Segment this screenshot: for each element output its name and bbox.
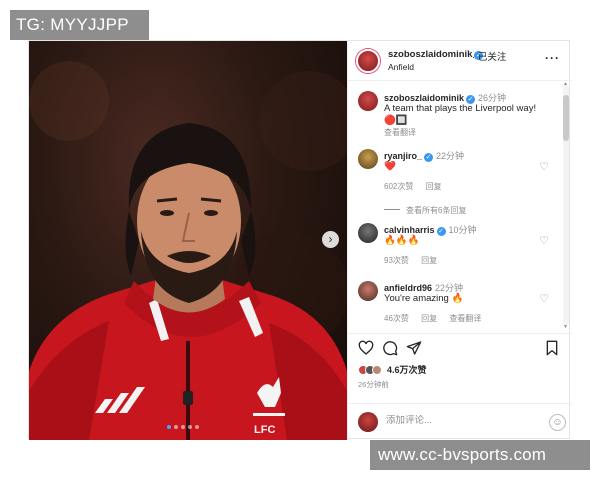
carousel-dot bbox=[181, 425, 185, 429]
scroll-up-icon[interactable]: ▲ bbox=[563, 81, 568, 87]
comment-like-icon[interactable]: ♡ bbox=[538, 235, 550, 247]
bookmark-icon[interactable] bbox=[544, 340, 560, 356]
comment-username[interactable]: ryanjiro_ bbox=[384, 151, 422, 161]
carousel-dot bbox=[188, 425, 192, 429]
comment-meta: 93次赞 回复 bbox=[384, 255, 447, 266]
comment-text: 🔥🔥🔥 bbox=[384, 235, 420, 246]
carousel-dot bbox=[174, 425, 178, 429]
instagram-post: LFC › szoboszlaidominik ✓ · 已关注 Anfield ·… bbox=[28, 40, 572, 440]
likes-count[interactable]: 4.6万次赞 bbox=[387, 363, 427, 376]
carousel-dot bbox=[167, 425, 171, 429]
scrollbar-thumb[interactable] bbox=[563, 95, 569, 141]
more-options-icon[interactable]: ··· bbox=[545, 51, 560, 65]
post-timestamp: 26分钟前 bbox=[358, 380, 389, 389]
comment-input[interactable] bbox=[386, 415, 526, 426]
comment-avatar[interactable] bbox=[358, 223, 378, 243]
follow-status-text[interactable]: 已关注 bbox=[478, 52, 507, 63]
caption-text: A team that plays the Liverpool way! 🔴🔲 bbox=[384, 103, 537, 126]
post-sidebar: szoboszlaidominik ✓ · 已关注 Anfield ··· szo… bbox=[347, 41, 572, 440]
author-username-text[interactable]: szoboszlaidominik bbox=[388, 49, 472, 60]
comment-text: ❤️ bbox=[384, 161, 396, 172]
svg-text:LFC: LFC bbox=[254, 424, 275, 436]
follow-status[interactable]: · 已关注 bbox=[472, 49, 506, 63]
comment-likes[interactable]: 93次赞 bbox=[384, 256, 409, 265]
caption-avatar[interactable] bbox=[358, 91, 378, 111]
send-icon[interactable] bbox=[406, 340, 422, 356]
comment-like-icon[interactable]: ♡ bbox=[538, 293, 550, 305]
player-photo-illustration: LFC bbox=[29, 61, 347, 440]
liker-avatar bbox=[372, 364, 382, 375]
translate-link[interactable]: 查看翻译 bbox=[384, 128, 416, 137]
carousel-dots bbox=[167, 425, 199, 429]
reply-link[interactable]: 回复 bbox=[426, 182, 442, 191]
post-header: szoboszlaidominik ✓ · 已关注 Anfield ··· bbox=[348, 41, 572, 81]
post-location[interactable]: Anfield bbox=[388, 62, 414, 72]
caption-meta: 查看翻译 bbox=[384, 127, 426, 138]
watermark-top: TG: MYYJJPP bbox=[10, 10, 149, 40]
add-comment-bar: ☺ bbox=[348, 403, 572, 440]
translate-link[interactable]: 查看翻译 bbox=[449, 314, 481, 323]
carousel-dot bbox=[195, 425, 199, 429]
comment-avatar[interactable] bbox=[358, 149, 378, 169]
comments-scrollbar[interactable] bbox=[563, 85, 569, 325]
comment-time: 10分钟 bbox=[448, 225, 477, 235]
comment-avatar[interactable] bbox=[358, 281, 378, 301]
author-username[interactable]: szoboszlaidominik ✓ bbox=[388, 49, 484, 60]
post-photo[interactable]: LFC › bbox=[29, 41, 347, 440]
post-actions bbox=[348, 333, 572, 361]
comment-likes[interactable]: 46次赞 bbox=[384, 314, 409, 323]
scroll-down-icon[interactable]: ▼ bbox=[563, 324, 568, 330]
likes-summary[interactable]: 4.6万次赞 bbox=[358, 363, 427, 376]
comment-username[interactable]: calvinharris bbox=[384, 225, 435, 235]
caption-time: 26分钟 bbox=[478, 93, 507, 103]
comments-list[interactable]: szoboszlaidominik ✓ 26分钟 A team that plays… bbox=[348, 81, 572, 331]
comment-username[interactable]: anfieldrd96 bbox=[384, 283, 432, 293]
comment-meta: 46次赞 回复 查看翻译 bbox=[384, 313, 491, 324]
view-replies-link[interactable]: 查看所有6条回复 bbox=[384, 205, 466, 216]
emoji-icon[interactable]: ☺ bbox=[549, 414, 566, 431]
watermark-bottom: www.cc-bvsports.com bbox=[370, 440, 590, 470]
comment-icon[interactable] bbox=[382, 340, 398, 356]
comment-like-icon[interactable]: ♡ bbox=[538, 161, 550, 173]
reply-link[interactable]: 回复 bbox=[421, 314, 437, 323]
comment-meta: 602次赞 回复 bbox=[384, 181, 452, 192]
comment-text: You're amazing 🔥 bbox=[384, 293, 464, 304]
next-image-button[interactable]: › bbox=[322, 231, 339, 248]
my-avatar bbox=[358, 412, 378, 432]
heart-icon[interactable] bbox=[358, 340, 374, 356]
comment-time: 22分钟 bbox=[435, 283, 464, 293]
author-avatar[interactable] bbox=[356, 49, 380, 73]
caption-username[interactable]: szoboszlaidominik bbox=[384, 93, 464, 103]
reply-link[interactable]: 回复 bbox=[421, 256, 437, 265]
comment-likes[interactable]: 602次赞 bbox=[384, 182, 413, 191]
comment-time: 22分钟 bbox=[436, 151, 465, 161]
